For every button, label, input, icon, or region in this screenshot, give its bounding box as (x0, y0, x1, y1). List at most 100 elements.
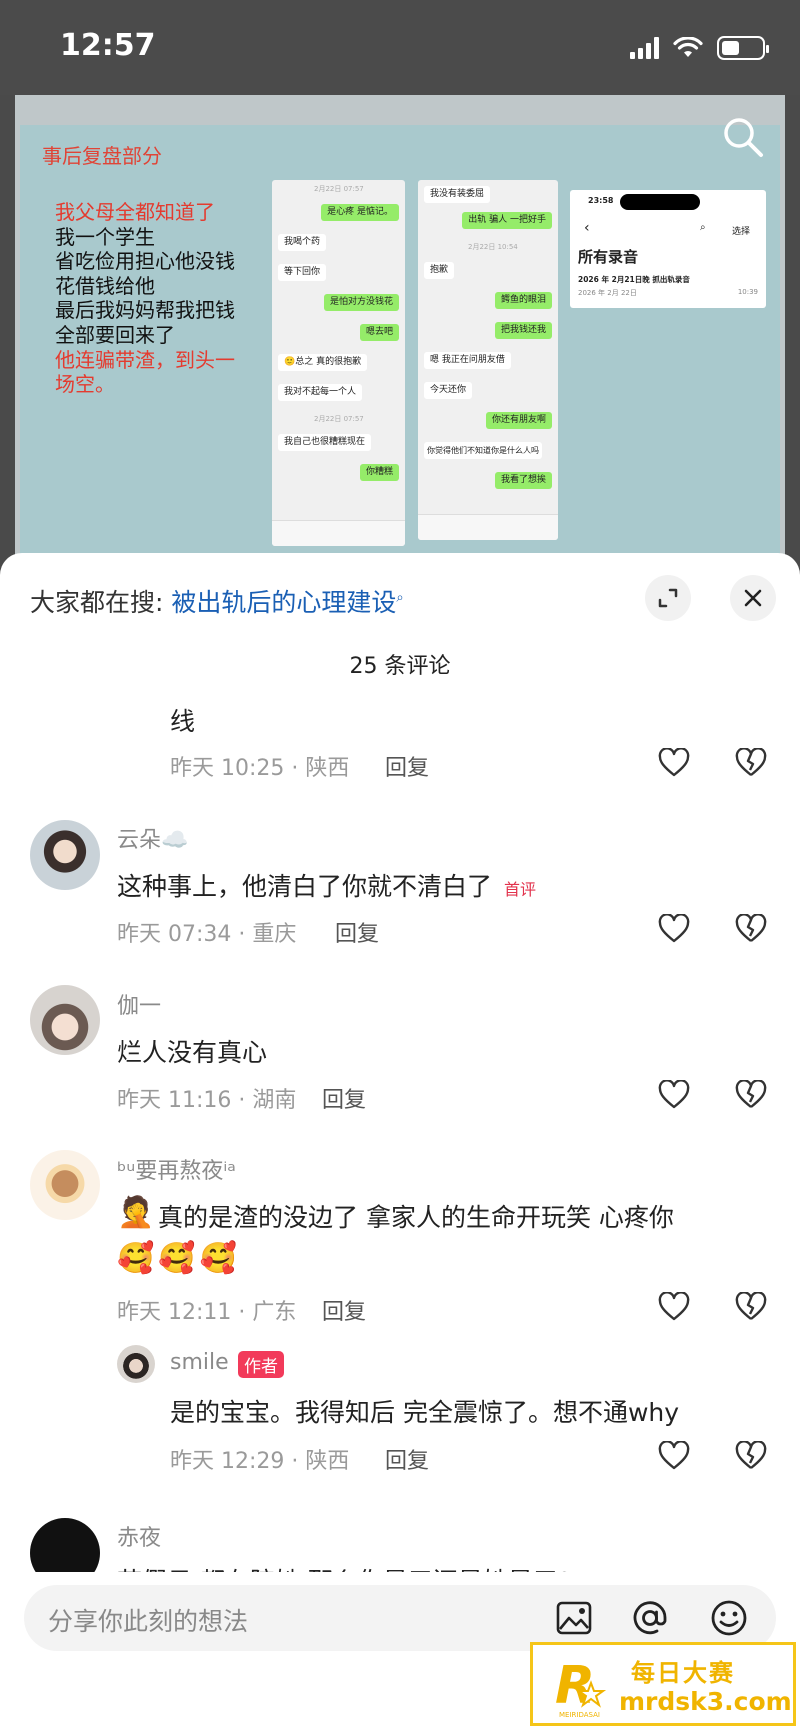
chat-bubble: 是心疼 是惦记。 (321, 204, 399, 221)
post-story: 我父母全都知道了 我一个学生 省吃俭用担心他没钱 花借钱给他 最后我妈妈帮我把钱… (55, 200, 275, 397)
chat-bubble: 我没有装委屈 (424, 186, 491, 203)
chat-timestamp: 2月22日 07:57 (314, 185, 364, 193)
dislike-icon[interactable] (735, 1080, 767, 1110)
first-comment-badge: 首评 (504, 880, 537, 899)
like-icon[interactable] (658, 1441, 690, 1471)
chat-bubble: 今天还你 (424, 382, 473, 399)
like-icon[interactable] (658, 748, 690, 778)
author-badge: 作者 (238, 1351, 284, 1378)
rec-search-icon: ⌕ (700, 222, 706, 233)
like-icon[interactable] (658, 1080, 690, 1110)
chat-bubble: 鳄鱼的眼泪 (494, 292, 552, 309)
rec-status-time: 23:58 (588, 196, 614, 205)
close-button[interactable] (730, 575, 776, 621)
wifi-icon (673, 37, 703, 57)
avatar[interactable] (30, 820, 100, 890)
hot-search-term[interactable]: 被出轨后的心理建设⌕ (171, 588, 403, 617)
emoji-icon[interactable] (709, 1598, 749, 1638)
rec-item-title: 2026 年 2月21日晚 抓出轨录音 (578, 275, 690, 284)
comment-text: 烂人没有真心 (117, 1038, 268, 1067)
story-line: 我一个学生 (55, 224, 155, 249)
search-icon[interactable] (721, 115, 765, 159)
hot-search[interactable]: 大家都在搜: 被出轨后的心理建设⌕ (30, 583, 404, 619)
like-icon[interactable] (658, 1292, 690, 1322)
back-chevron-icon: ‹ (584, 220, 590, 236)
rec-select-button: 选择 (732, 227, 751, 237)
status-icons (630, 36, 769, 60)
comment-author[interactable]: ᵇᵘ要再熬夜ⁱᵃ (117, 1153, 236, 1185)
comment-text: 真的是渣的没边了 拿家人的生命开玩笑 心疼你 (158, 1203, 674, 1232)
comment-author[interactable]: 伽一 (117, 988, 161, 1020)
dislike-icon[interactable] (735, 1441, 767, 1471)
comment-meta: 昨天 11:16 · 湖南 (117, 1088, 297, 1113)
battery-icon (717, 36, 769, 60)
dislike-icon[interactable] (735, 1292, 767, 1322)
comment-meta: 昨天 07:34 · 重庆 (117, 922, 297, 947)
story-line: 他连骗带渣，到头一 (55, 347, 235, 372)
reply-button[interactable]: 回复 (335, 916, 379, 948)
comment-meta: 昨天 10:25 · 陕西 (170, 756, 350, 781)
chat-input-bar (272, 520, 405, 546)
watermark: R 每日大赛 mrdsk3.com MEIRIDASAI (530, 1642, 796, 1726)
reply-button[interactable]: 回复 (322, 1294, 366, 1326)
comment-text: 是的宝宝。我得知后 完全震惊了。想不通why (170, 1398, 680, 1427)
comment-author[interactable]: smile (170, 1350, 229, 1375)
avatar[interactable] (117, 1345, 155, 1383)
story-line: 我父母全都知道了 (55, 200, 215, 224)
chat-bubble: 嗯去吧 (359, 324, 399, 341)
chat-bubble: 🙂总之 真的很抱歉 (278, 354, 368, 371)
hot-search-prefix: 大家都在搜: (30, 588, 164, 617)
reply-button[interactable]: 回复 (322, 1082, 366, 1114)
watermark-url: mrdsk3.com (619, 1687, 792, 1716)
signal-icon (630, 37, 659, 59)
chat-bubble: 你觉得他们不知道你是什么人吗 (424, 442, 542, 459)
hot-search-term-text: 被出轨后的心理建设 (171, 588, 397, 617)
chat-bubble: 我对不起每一个人 (278, 384, 363, 401)
like-icon[interactable] (658, 914, 690, 944)
chat-bubble: 是怕对方没钱花 (323, 294, 399, 311)
comment-sheet: 大家都在搜: 被出轨后的心理建设⌕ 25 条评论 (0, 553, 800, 1731)
comment-emoji-line: 🥰🥰🥰 (117, 1241, 242, 1276)
chat-bubble: 等下回你 (278, 264, 327, 281)
comment-text: 这种事上，他清白了你就不清白了 首评 (117, 867, 536, 903)
chat-bubble: 我喝个药 (278, 234, 327, 251)
expand-icon (658, 588, 678, 608)
comment-author[interactable]: 赤夜 (117, 1520, 161, 1552)
avatar[interactable] (30, 985, 100, 1055)
chat-input-bar (418, 514, 558, 540)
chat-bubble: 嗯 我正在问朋友借 (424, 352, 511, 369)
dislike-icon[interactable] (735, 748, 767, 778)
chat-bubble: 我看了想挨 (494, 472, 552, 489)
comment-input-placeholder: 分享你此刻的想法 (48, 1607, 249, 1636)
chat-timestamp: 2月22日 07:57 (314, 415, 364, 423)
comment-text-content: 这种事上，他清白了你就不清白了 (117, 872, 493, 901)
rec-item-date: 2026 年 2月 22日 (578, 289, 637, 297)
comment-emoji: 🤦 (117, 1195, 155, 1230)
chat-bubble: 把我钱还我 (494, 322, 552, 339)
chat-bubble: 你还有朋友啊 (485, 412, 552, 429)
chat-bubble: 你糟糕 (359, 464, 399, 481)
chat-bubble: 抱歉 (424, 262, 455, 279)
recordings-screenshot: 23:58 ‹ ⌕ 选择 所有录音 2026 年 2月21日晚 抓出轨录音 20… (570, 190, 766, 308)
story-line: 全部要回来了 (55, 322, 175, 347)
avatar[interactable] (30, 1150, 100, 1220)
chat-screenshot-2: 我没有装委屈 出轨 骗人 一把好手 2月22日 10:54 抱歉 鳄鱼的眼泪 把… (418, 180, 558, 540)
comment-author[interactable]: 云朵☁️ (117, 822, 188, 854)
dynamic-island (620, 194, 700, 210)
status-bar: 12:57 (0, 0, 800, 95)
post-heading: 事后复盘部分 (42, 144, 162, 168)
dislike-icon[interactable] (735, 914, 767, 944)
close-icon (744, 589, 762, 607)
comment-meta: 昨天 12:29 · 陕西 (170, 1449, 350, 1474)
comment-meta: 昨天 12:11 · 广东 (117, 1300, 297, 1325)
reply-button[interactable]: 回复 (385, 1443, 429, 1475)
watermark-sub: MEIRIDASAI (559, 1711, 600, 1719)
chat-bubble: 出轨 骗人 一把好手 (462, 212, 552, 229)
chat-screenshot-1: 2月22日 07:57 是心疼 是惦记。 我喝个药 等下回你 是怕对方没钱花 嗯… (272, 180, 405, 546)
story-line: 最后我妈妈帮我把钱 (55, 298, 235, 323)
mention-icon[interactable] (630, 1598, 670, 1638)
image-icon[interactable] (554, 1598, 594, 1638)
expand-button[interactable] (645, 575, 691, 621)
watermark-title: 每日大赛 (631, 1659, 735, 1687)
reply-button[interactable]: 回复 (385, 750, 429, 782)
